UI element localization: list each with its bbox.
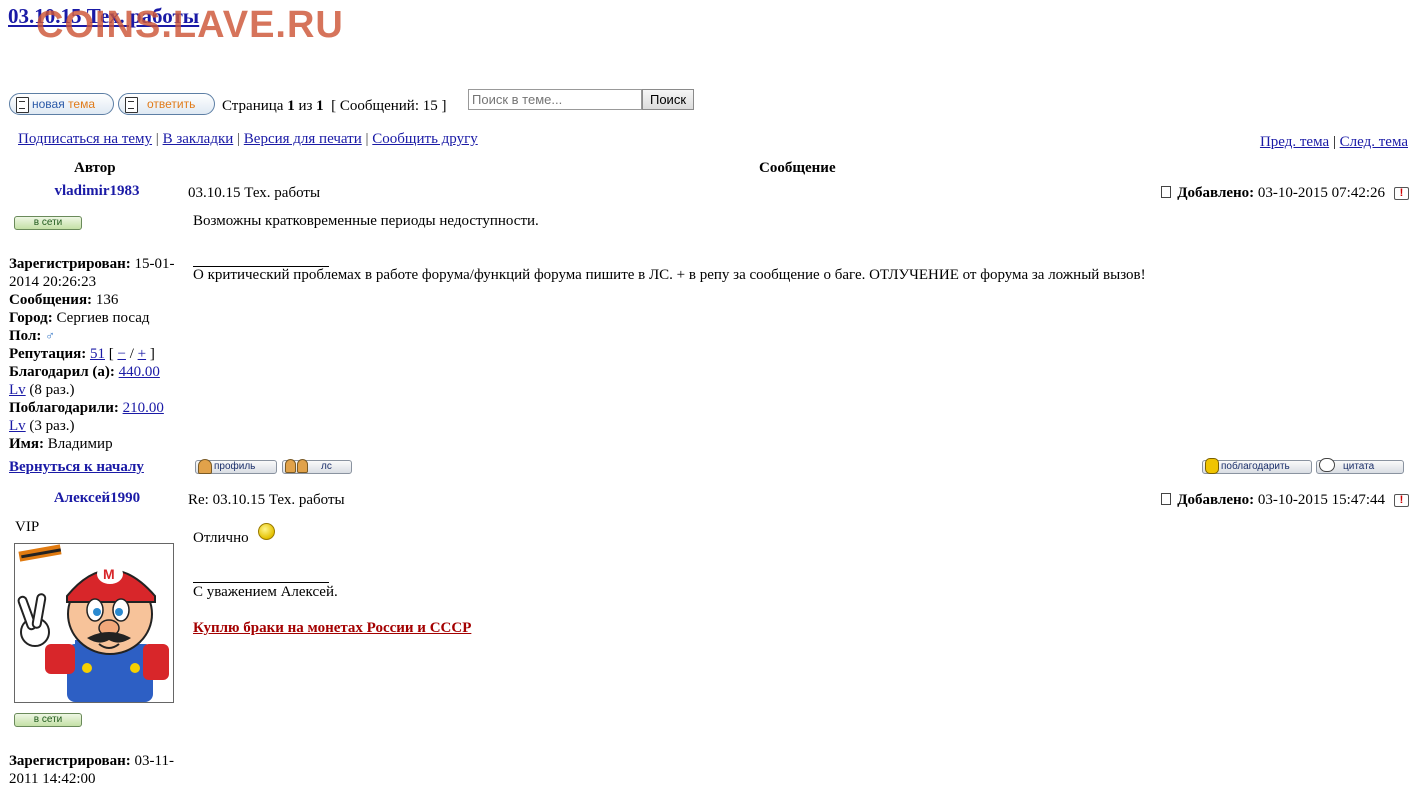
- users-icon: [285, 459, 309, 474]
- author-column-header: Автор: [74, 160, 116, 176]
- rep-bracket-close: ]: [149, 346, 155, 362]
- prev-topic-link[interactable]: Пред. тема: [1260, 134, 1329, 150]
- quote-label: цитата: [1343, 461, 1375, 472]
- bookmark-link[interactable]: В закладки: [163, 131, 234, 147]
- post-subject: 03.10.15 Тех. работы: [188, 185, 321, 201]
- added-label: Добавлено:: [1177, 185, 1255, 201]
- subscribe-link[interactable]: Подписаться на тему: [18, 131, 152, 147]
- messages-label: Сообщения:: [9, 292, 93, 308]
- reputation-label: Репутация:: [9, 346, 87, 362]
- reputation-value-link[interactable]: 51: [90, 346, 105, 362]
- thanked-amount: 440.00: [118, 364, 160, 380]
- new-topic-label-part2: тема: [68, 97, 96, 111]
- registered-label: Зарегистрирован:: [9, 753, 131, 769]
- separator: |: [1332, 134, 1336, 150]
- user-icon: [198, 459, 212, 474]
- thumbs-up-icon: [1205, 458, 1219, 474]
- profile-label: профиль: [214, 461, 256, 472]
- thanked-times: (8 раз.): [29, 382, 75, 398]
- smiley-icon: [258, 523, 275, 540]
- added-value: 03-10-2015 07:42:26: [1257, 185, 1385, 201]
- topic-navigation: Пред. тема | След. тема: [1260, 134, 1408, 151]
- post-icon: [1161, 493, 1172, 505]
- profile-button[interactable]: профиль: [195, 459, 277, 474]
- got-thanks-amount: 210.00: [122, 400, 164, 416]
- quote-button[interactable]: цитата: [1316, 458, 1404, 474]
- got-thanks-times: (3 раз.): [29, 418, 75, 434]
- avatar: M: [14, 543, 174, 703]
- thank-button[interactable]: поблагодарить: [1202, 458, 1312, 474]
- reply-button[interactable]: ответить: [118, 93, 215, 115]
- private-message-button[interactable]: лс: [282, 459, 352, 474]
- male-icon: ♂: [45, 328, 55, 343]
- new-topic-label-part1: новая: [32, 97, 65, 111]
- name-value: Владимир: [47, 436, 113, 452]
- name-label: Имя:: [9, 436, 44, 452]
- mario-avatar-image: M: [17, 544, 169, 702]
- svg-text:M: M: [103, 566, 115, 582]
- added-label: Добавлено:: [1177, 492, 1255, 508]
- got-thanks-label: Поблагодарили:: [9, 400, 119, 416]
- online-status-badge: в сети: [14, 216, 82, 230]
- next-topic-link[interactable]: След. тема: [1340, 134, 1408, 150]
- reputation-plus-link[interactable]: +: [138, 346, 146, 362]
- search-button[interactable]: Поиск: [642, 89, 694, 110]
- report-post-icon[interactable]: !: [1394, 187, 1409, 200]
- added-value: 03-10-2015 15:47:44: [1257, 492, 1385, 508]
- thanked-currency: Lv: [9, 382, 26, 398]
- rep-bracket-open: [: [108, 346, 114, 362]
- gender-label: Пол:: [9, 328, 42, 344]
- messages-value: 136: [95, 292, 119, 308]
- new-topic-button[interactable]: новая тема: [9, 93, 114, 115]
- document-icon: [125, 97, 138, 113]
- got-thanks-currency: Lv: [9, 418, 26, 434]
- back-to-top-link[interactable]: Вернуться к началу: [9, 459, 144, 476]
- post-signature: О критический проблемах в работе форума/…: [193, 267, 1146, 283]
- message-column-header: Сообщение: [759, 160, 836, 176]
- site-watermark: COINS.LAVE.RU: [36, 4, 344, 46]
- post-subject: Re: 03.10.15 Тех. работы: [188, 492, 345, 508]
- quote-icon: [1319, 458, 1335, 472]
- post-date: Добавлено: 03-10-2015 15:47:44: [1161, 492, 1385, 509]
- author-info: Зарегистрирован: 03-11-2011 14:42:00: [9, 752, 179, 788]
- pagination-info: Страница 1 из 1 [ Сообщений: 15 ]: [222, 98, 447, 115]
- signature-divider: [193, 582, 329, 583]
- city-label: Город:: [9, 310, 53, 326]
- report-post-icon[interactable]: !: [1394, 494, 1409, 507]
- post-signature: С уважением Алексей.: [193, 584, 338, 600]
- reputation-minus-link[interactable]: −: [117, 346, 125, 362]
- separator: |: [237, 131, 241, 147]
- rep-slash: /: [129, 346, 134, 362]
- print-version-link[interactable]: Версия для печати: [244, 131, 362, 147]
- post-author-link[interactable]: Алексей1990: [9, 490, 185, 507]
- topic-links: Подписаться на тему | В закладки | Верси…: [18, 131, 478, 148]
- messages-count: [ Сообщений: 15 ]: [331, 98, 447, 114]
- separator: |: [365, 131, 369, 147]
- user-rank: VIP: [15, 519, 40, 535]
- post-author-link[interactable]: vladimir1983: [9, 183, 185, 200]
- post-date: Добавлено: 03-10-2015 07:42:26: [1161, 185, 1385, 202]
- search-input[interactable]: [468, 89, 642, 110]
- page-current: 1: [287, 98, 295, 114]
- page-total: 1: [316, 98, 324, 114]
- page-prefix: Страница: [222, 98, 284, 114]
- post-text: Отлично: [193, 530, 249, 546]
- post-icon: [1161, 186, 1172, 198]
- city-value: Сергиев посад: [56, 310, 150, 326]
- reply-label: ответить: [147, 97, 196, 111]
- author-info: Зарегистрирован: 15-01-2014 20:26:23 Соо…: [9, 255, 179, 453]
- thanked-label: Благодарил (а):: [9, 364, 115, 380]
- document-icon: [16, 97, 29, 113]
- post-text: Возможны кратковременные периоды недосту…: [193, 213, 539, 229]
- signature-link[interactable]: Куплю браки на монетах России и СССР: [193, 620, 471, 637]
- separator: |: [155, 131, 159, 147]
- online-status-badge: в сети: [14, 713, 82, 727]
- thank-label: поблагодарить: [1221, 461, 1290, 472]
- registered-label: Зарегистрирован:: [9, 256, 131, 272]
- tell-friend-link[interactable]: Сообщить другу: [372, 131, 477, 147]
- pm-label: лс: [321, 461, 332, 472]
- page-of: из: [298, 98, 313, 114]
